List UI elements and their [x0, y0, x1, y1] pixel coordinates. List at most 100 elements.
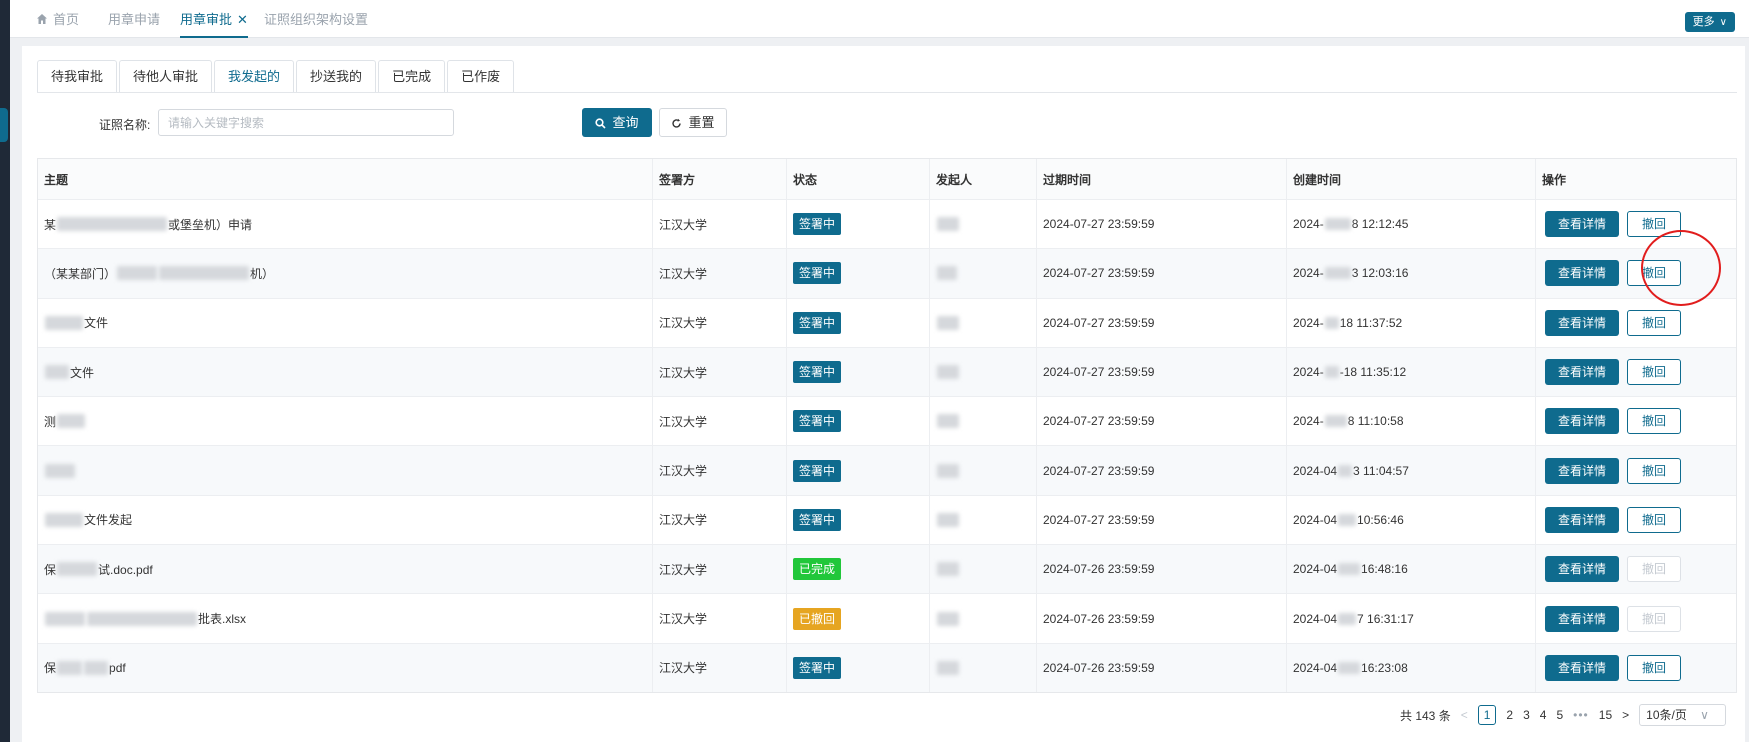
- prev-page-button[interactable]: <: [1461, 708, 1468, 722]
- last-page-number[interactable]: 15: [1599, 708, 1612, 722]
- redacted-block: [1338, 612, 1357, 625]
- subject-text-start: （某某部门）: [44, 266, 117, 281]
- withdraw-button[interactable]: 撤回: [1627, 506, 1682, 533]
- redacted-block: [1324, 267, 1351, 280]
- create-time-cell: 2024- -18 11:35:12: [1286, 347, 1535, 397]
- withdraw-button[interactable]: 撤回: [1627, 457, 1682, 484]
- view-details-button[interactable]: 查看详情: [1545, 457, 1620, 484]
- redacted-block: [937, 266, 957, 281]
- subject-cell: [38, 446, 652, 494]
- signer-cell: 江汉大学: [652, 594, 786, 643]
- subject-cell: 保 试.doc.pdf: [38, 545, 652, 593]
- withdraw-button: 撤回: [1627, 556, 1682, 583]
- create-time-start: 2024-: [1293, 315, 1324, 330]
- withdraw-button[interactable]: 撤回: [1627, 309, 1682, 336]
- page-number[interactable]: 1: [1477, 705, 1497, 725]
- view-details-button[interactable]: 查看详情: [1545, 654, 1620, 681]
- initiator-cell: [929, 298, 1036, 347]
- subject-text-start: 保: [44, 562, 57, 577]
- page-number[interactable]: 2: [1506, 708, 1513, 722]
- more-button[interactable]: 更多 ∨: [1684, 12, 1735, 32]
- tab-license-org-settings[interactable]: 证照组织架构设置: [264, 0, 368, 38]
- table-row: 保试.doc.pdf 江汉大学 已完成 2024-07-26 23:59:59 2024…: [38, 544, 1736, 594]
- redacted-block: [45, 463, 75, 478]
- redacted-block: [1324, 218, 1351, 231]
- subtab-1[interactable]: 待他人审批: [119, 60, 213, 92]
- create-time-start: 2024-04: [1293, 463, 1338, 478]
- redacted-block: [937, 217, 959, 232]
- actions-cell: 查看详情 撤回: [1535, 446, 1738, 495]
- table-row: 文件 江汉大学 签署中 2024-07-27 23:59:59 2024- -18 11:…: [38, 346, 1736, 397]
- withdraw-button[interactable]: 撤回: [1627, 408, 1682, 435]
- view-details-button[interactable]: 查看详情: [1545, 605, 1620, 632]
- redacted-block: [1324, 415, 1347, 428]
- page-size-select[interactable]: 10条/页 ∨: [1639, 704, 1726, 726]
- table-row: 文件发起 江汉大学 签署中 2024-07-27 23:59:59 2024-04 10:…: [38, 494, 1736, 545]
- table-row: 测 江汉大学 签署中 2024-07-27 23:59:59 2024- 8 11:10:…: [38, 396, 1736, 446]
- expire-time-cell: 2024-07-27 23:59:59: [1036, 495, 1286, 545]
- initiator-cell: [929, 643, 1036, 692]
- redacted-block: [45, 512, 83, 527]
- tab-home[interactable]: 首页: [36, 0, 79, 38]
- tab-seal-apply[interactable]: 用章申请: [108, 0, 160, 38]
- reset-button[interactable]: 重置: [659, 108, 727, 137]
- create-time-cell: 2024- 18 11:37:52: [1286, 298, 1535, 347]
- filter-label: 证照名称:: [99, 118, 151, 132]
- view-details-button[interactable]: 查看详情: [1545, 211, 1620, 238]
- close-icon[interactable]: ✕: [237, 12, 248, 27]
- column-header-expire-time: 过期时间: [1036, 159, 1286, 199]
- expire-time-cell: 2024-07-26 23:59:59: [1036, 545, 1286, 594]
- subject-text-end: 文件: [84, 316, 109, 331]
- withdraw-button[interactable]: 撤回: [1627, 359, 1682, 386]
- subtab-3[interactable]: 抄送我的: [296, 60, 377, 92]
- subtab-0[interactable]: 待我审批: [37, 60, 118, 92]
- next-page-button[interactable]: >: [1622, 708, 1629, 722]
- redacted-block: [45, 611, 85, 626]
- subject-text-start: 测: [44, 414, 57, 429]
- view-details-button[interactable]: 查看详情: [1545, 260, 1620, 287]
- query-button[interactable]: 查询: [582, 108, 652, 137]
- column-header-create-time: 创建时间: [1286, 159, 1535, 199]
- view-details-button[interactable]: 查看详情: [1545, 556, 1620, 583]
- create-time-end: -18 11:35:12: [1339, 365, 1407, 380]
- status-cell: 签署中: [786, 446, 929, 495]
- subtab-5[interactable]: 已作废: [447, 60, 515, 92]
- view-details-button[interactable]: 查看详情: [1545, 506, 1620, 533]
- query-button-label: 查询: [612, 115, 639, 130]
- total-count: 共 143 条: [1400, 708, 1451, 723]
- subject-cell: 文件: [38, 348, 652, 396]
- initiator-cell: [929, 594, 1036, 643]
- redacted-block: [87, 611, 197, 626]
- tab-seal-approval[interactable]: 用章审批 ✕: [180, 0, 248, 38]
- withdraw-button: 撤回: [1627, 605, 1682, 632]
- create-time-start: 2024-04: [1293, 512, 1338, 527]
- redacted-block: [1338, 464, 1353, 477]
- create-time-start: 2024-: [1293, 414, 1324, 429]
- page-number[interactable]: 4: [1540, 708, 1547, 722]
- status-cell: 签署中: [786, 643, 929, 692]
- status-badge: 签署中: [793, 213, 842, 236]
- create-time-start: 2024-04: [1293, 562, 1338, 577]
- tab-home-label: 首页: [53, 12, 80, 27]
- view-details-button[interactable]: 查看详情: [1545, 309, 1620, 336]
- subtab-4[interactable]: 已完成: [378, 60, 446, 92]
- withdraw-button[interactable]: 撤回: [1627, 654, 1682, 681]
- signer-cell: 江汉大学: [652, 249, 786, 298]
- view-details-button[interactable]: 查看详情: [1545, 359, 1620, 386]
- view-details-button[interactable]: 查看详情: [1545, 408, 1620, 435]
- signer-cell: 江汉大学: [652, 347, 786, 397]
- subtab-2[interactable]: 我发起的: [214, 60, 295, 92]
- main-panel: 待我审批待他人审批我发起的抄送我的已完成已作废 证照名称: 查询 重置 主题 签…: [22, 46, 1745, 742]
- status-cell: 签署中: [786, 397, 929, 446]
- page-number[interactable]: 3: [1523, 708, 1530, 722]
- page-number[interactable]: 5: [1556, 708, 1563, 722]
- redacted-block: [1324, 316, 1339, 329]
- subject-text-end: 文件发起: [84, 513, 133, 528]
- license-name-search-input[interactable]: [158, 109, 454, 136]
- table-row: 保 pdf 江汉大学 签署中 2024-07-26 23:59:59 2024-04 16:…: [38, 642, 1736, 692]
- left-sidebar-strip: [0, 0, 10, 742]
- initiator-cell: [929, 397, 1036, 446]
- status-badge: 签署中: [793, 656, 842, 679]
- page-ellipsis[interactable]: •••: [1573, 708, 1589, 722]
- redacted-block: [57, 217, 168, 232]
